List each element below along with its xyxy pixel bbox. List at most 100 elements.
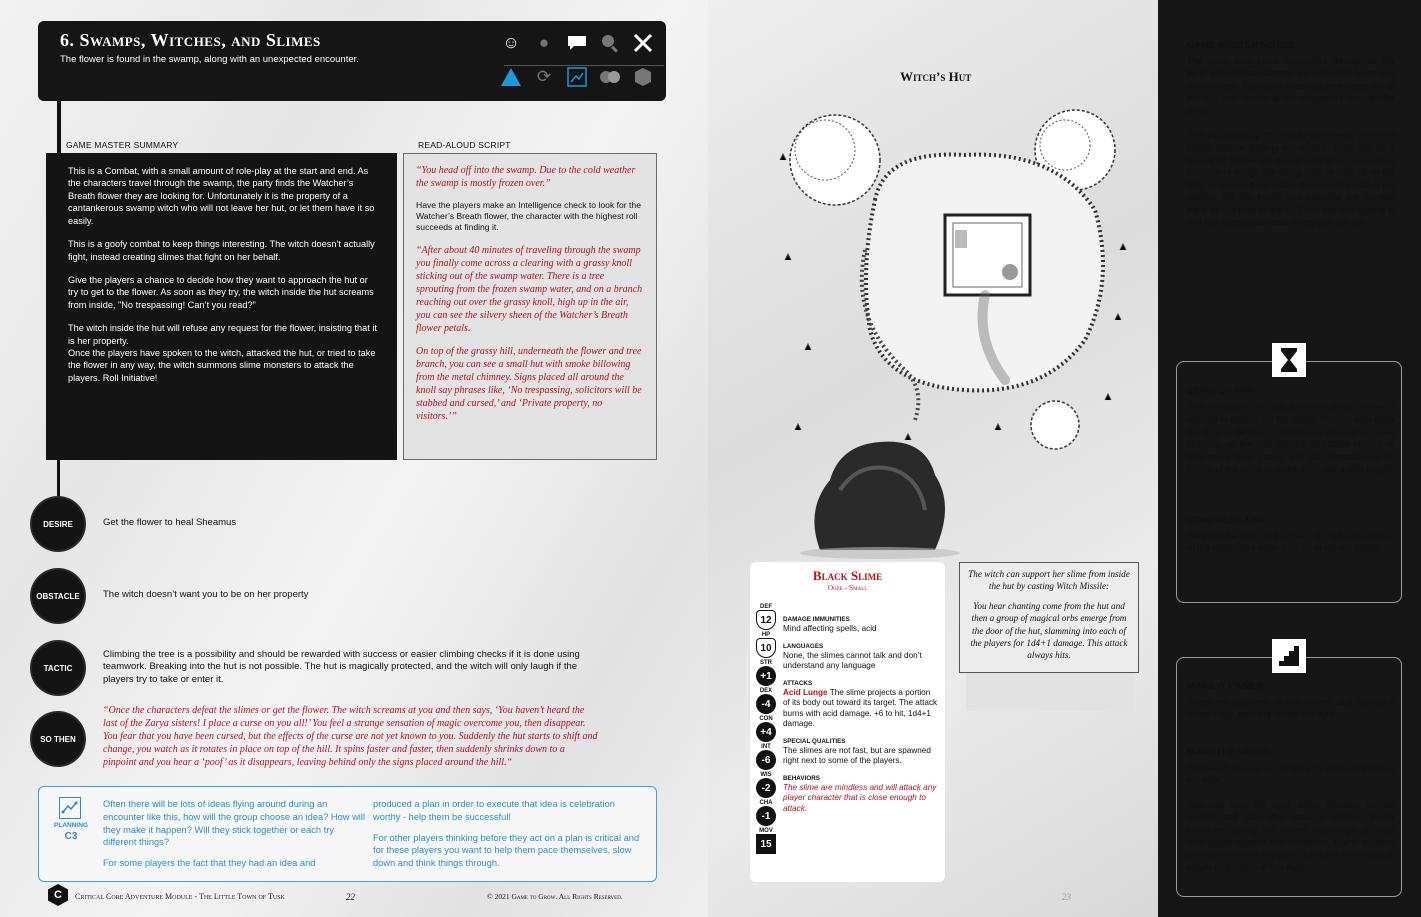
languages-heading: LANGUAGES (783, 642, 824, 650)
stretch-time-heading: STRETCH TIME (1187, 386, 1258, 397)
read-aloud-text: “You head off into the swamp. Due to the… (416, 165, 636, 189)
behaviors-text: The slime are mindless and will attack a… (783, 782, 937, 813)
planning-text: Often there will be lots of ideas flying… (103, 799, 366, 848)
planning-text: produced a plan in order to execute that… (373, 799, 615, 822)
witch-missile-intro: The witch can support her slime from ins… (968, 569, 1130, 592)
stretch-compress-card (1176, 361, 1402, 603)
stat-cha: CHA -1 (755, 800, 777, 826)
speech-bubble-icon (564, 30, 590, 56)
make-harder-paragraph: She can cast the spell Witch Missiles (s… (1187, 799, 1395, 872)
planning-text: For some players the fact that they had … (103, 858, 316, 869)
gm-notes-heading: GAME MASTER NOTES (1187, 40, 1294, 51)
cycle-icon: ⟳ (536, 67, 552, 86)
read-aloud-label: READ-ALOUD SCRIPT (418, 140, 511, 150)
planning-code: C3 (64, 831, 78, 842)
pillar-so-then-text: “Once the characters defeat the slimes o… (103, 705, 598, 768)
special-qualities-heading: SPECIAL QUALITIES (783, 737, 846, 745)
witch-box-shadow (966, 673, 1134, 711)
planning-text: For other players thinking before they a… (373, 832, 640, 869)
stat-label: CON (759, 716, 773, 722)
pillar-desire: DESIRE (32, 498, 84, 550)
stat-label: INT (761, 744, 771, 750)
pillar-tactic: TACTIC (32, 642, 84, 694)
cube-icon (630, 64, 656, 90)
summary-paragraph: This is a goofy combat to keep things in… (68, 239, 375, 262)
hourglass-icon (1272, 343, 1306, 377)
stat-block-body: DAMAGE IMMUNITIES Mind affecting spells,… (783, 616, 938, 814)
pillar-desire-text: Get the flower to heal Sheamus (103, 517, 237, 528)
stat-value: +4 (756, 722, 776, 742)
stat-hp: HP 10 (755, 632, 777, 658)
witch-missile-box: The witch can support her slime from ins… (959, 562, 1139, 673)
smiley-icon: ☺ (502, 33, 520, 52)
stat-label: WIS (760, 772, 772, 778)
triangle-icon (498, 64, 524, 90)
attack-entry: Acid Lunge The slime projects a portion … (783, 688, 938, 730)
make-harder-heading: MAKE IT HARDER (1187, 747, 1270, 758)
gm-notes-paragraph: The players may choose to go directly af… (1187, 130, 1395, 228)
black-slime-illustration (800, 441, 960, 559)
gm-summary-label: GAME MASTER SUMMARY (66, 140, 179, 150)
behaviors-heading: BEHAVIORS (783, 774, 820, 782)
pillar-obstacle: OBSTACLE (32, 570, 84, 622)
plan-graph-icon (564, 64, 590, 90)
stat-con: CON +4 (755, 716, 777, 742)
read-aloud-text: On top of the grassy hill, underneath th… (416, 345, 642, 422)
stat-value: 10 (756, 638, 776, 658)
monster-type: Ooze - Small (827, 583, 868, 592)
languages-text: None, the slimes cannot talk and don’t u… (783, 650, 922, 671)
make-harder-text: The witch throws spells as well as insul… (1187, 762, 1395, 885)
stretch-time-text: The witch can always summon more slimes … (1187, 402, 1395, 475)
read-aloud-instruction: Have the players make an Intelligence ch… (416, 200, 641, 233)
stat-mov: MOV 15 (755, 828, 777, 854)
make-harder-paragraph: The witch throws spells as well as insul… (1187, 763, 1395, 786)
damage-immunities-heading: DAMAGE IMMUNITIES (783, 616, 850, 623)
summary-paragraph: Once the players have spoken to the witc… (68, 348, 376, 383)
stat-int: INT -6 (755, 744, 777, 770)
gm-summary-box: This is a Combat, with a small amount of… (46, 153, 397, 460)
summary-paragraph: The witch inside the hut will refuse any… (68, 323, 377, 346)
pillar-tactic-text: Climbing the tree is a possibility and s… (103, 649, 580, 685)
stat-str: STR +1 (755, 660, 777, 686)
heads-icon (597, 64, 623, 90)
stat-label: DEX (759, 688, 773, 694)
damage-immunities-text: Mind affecting spells, acid (783, 624, 877, 634)
page-number-right: 23 (1062, 892, 1071, 902)
monster-name: Black Slime (812, 568, 883, 583)
section-header: 6. Swamps, Witches, and Slimes The flowe… (38, 21, 666, 101)
encounter-icons: ☺ ● ⟳ (498, 30, 656, 98)
make-easier-heading: MAKE IT EASIER (1187, 681, 1265, 692)
map-title: Witch’s Hut (900, 69, 972, 84)
magnifier-icon (597, 30, 623, 56)
stat-value: -2 (756, 778, 776, 798)
footer-module-title: Critical Core Adventure Module - The Lit… (75, 892, 285, 901)
stat-column: DEF 12 HP 10 STR +1 DEX -4 CON +4 INT -6 WIS -2… (755, 604, 777, 856)
special-qualities-text: The slimes are not fast, but are spawned… (783, 745, 931, 766)
stat-value: -4 (756, 694, 776, 714)
stat-value: -6 (756, 750, 776, 770)
stat-def: DEF 12 (755, 604, 777, 630)
planning-column-2: produced a plan in order to execute that… (373, 798, 641, 870)
compress-time-heading: COMPRESS TIME (1187, 515, 1267, 526)
crossed-swords-icon (630, 30, 656, 56)
neutral-face-icon: ● (538, 33, 550, 52)
page-number-left: 22 (346, 892, 355, 902)
summary-paragraph: This is a Combat, with a small amount of… (68, 166, 375, 226)
pillar-obstacle-text: The witch doesn’t want you to be on her … (103, 589, 309, 600)
stat-value: 15 (756, 834, 776, 854)
footer-copyright: © 2021 Game to Grow. All Rights Reserved… (487, 892, 623, 901)
stat-wis: WIS -2 (755, 772, 777, 798)
planning-label: PLANNING (54, 822, 88, 829)
attack-name: Acid Lunge (783, 687, 828, 697)
stat-value: 12 (756, 610, 776, 630)
stairs-icon (1272, 639, 1306, 673)
pillar-so-then: SO THEN (32, 713, 84, 765)
gm-notes-paragraph: The witch may insult characters througho… (1187, 56, 1395, 116)
attacks-heading: ATTACKS (783, 679, 813, 687)
stat-label: CHA (759, 800, 773, 806)
read-aloud-box: “You head off into the swamp. Due to the… (403, 153, 657, 460)
compress-time-text: Take out the slimes, just have the witch… (1187, 531, 1395, 554)
stat-dex: DEX -4 (755, 688, 777, 714)
planning-box: PLANNING C3 Often there will be lots of … (38, 786, 657, 882)
gm-notes-text: The witch may insult characters througho… (1187, 55, 1395, 240)
